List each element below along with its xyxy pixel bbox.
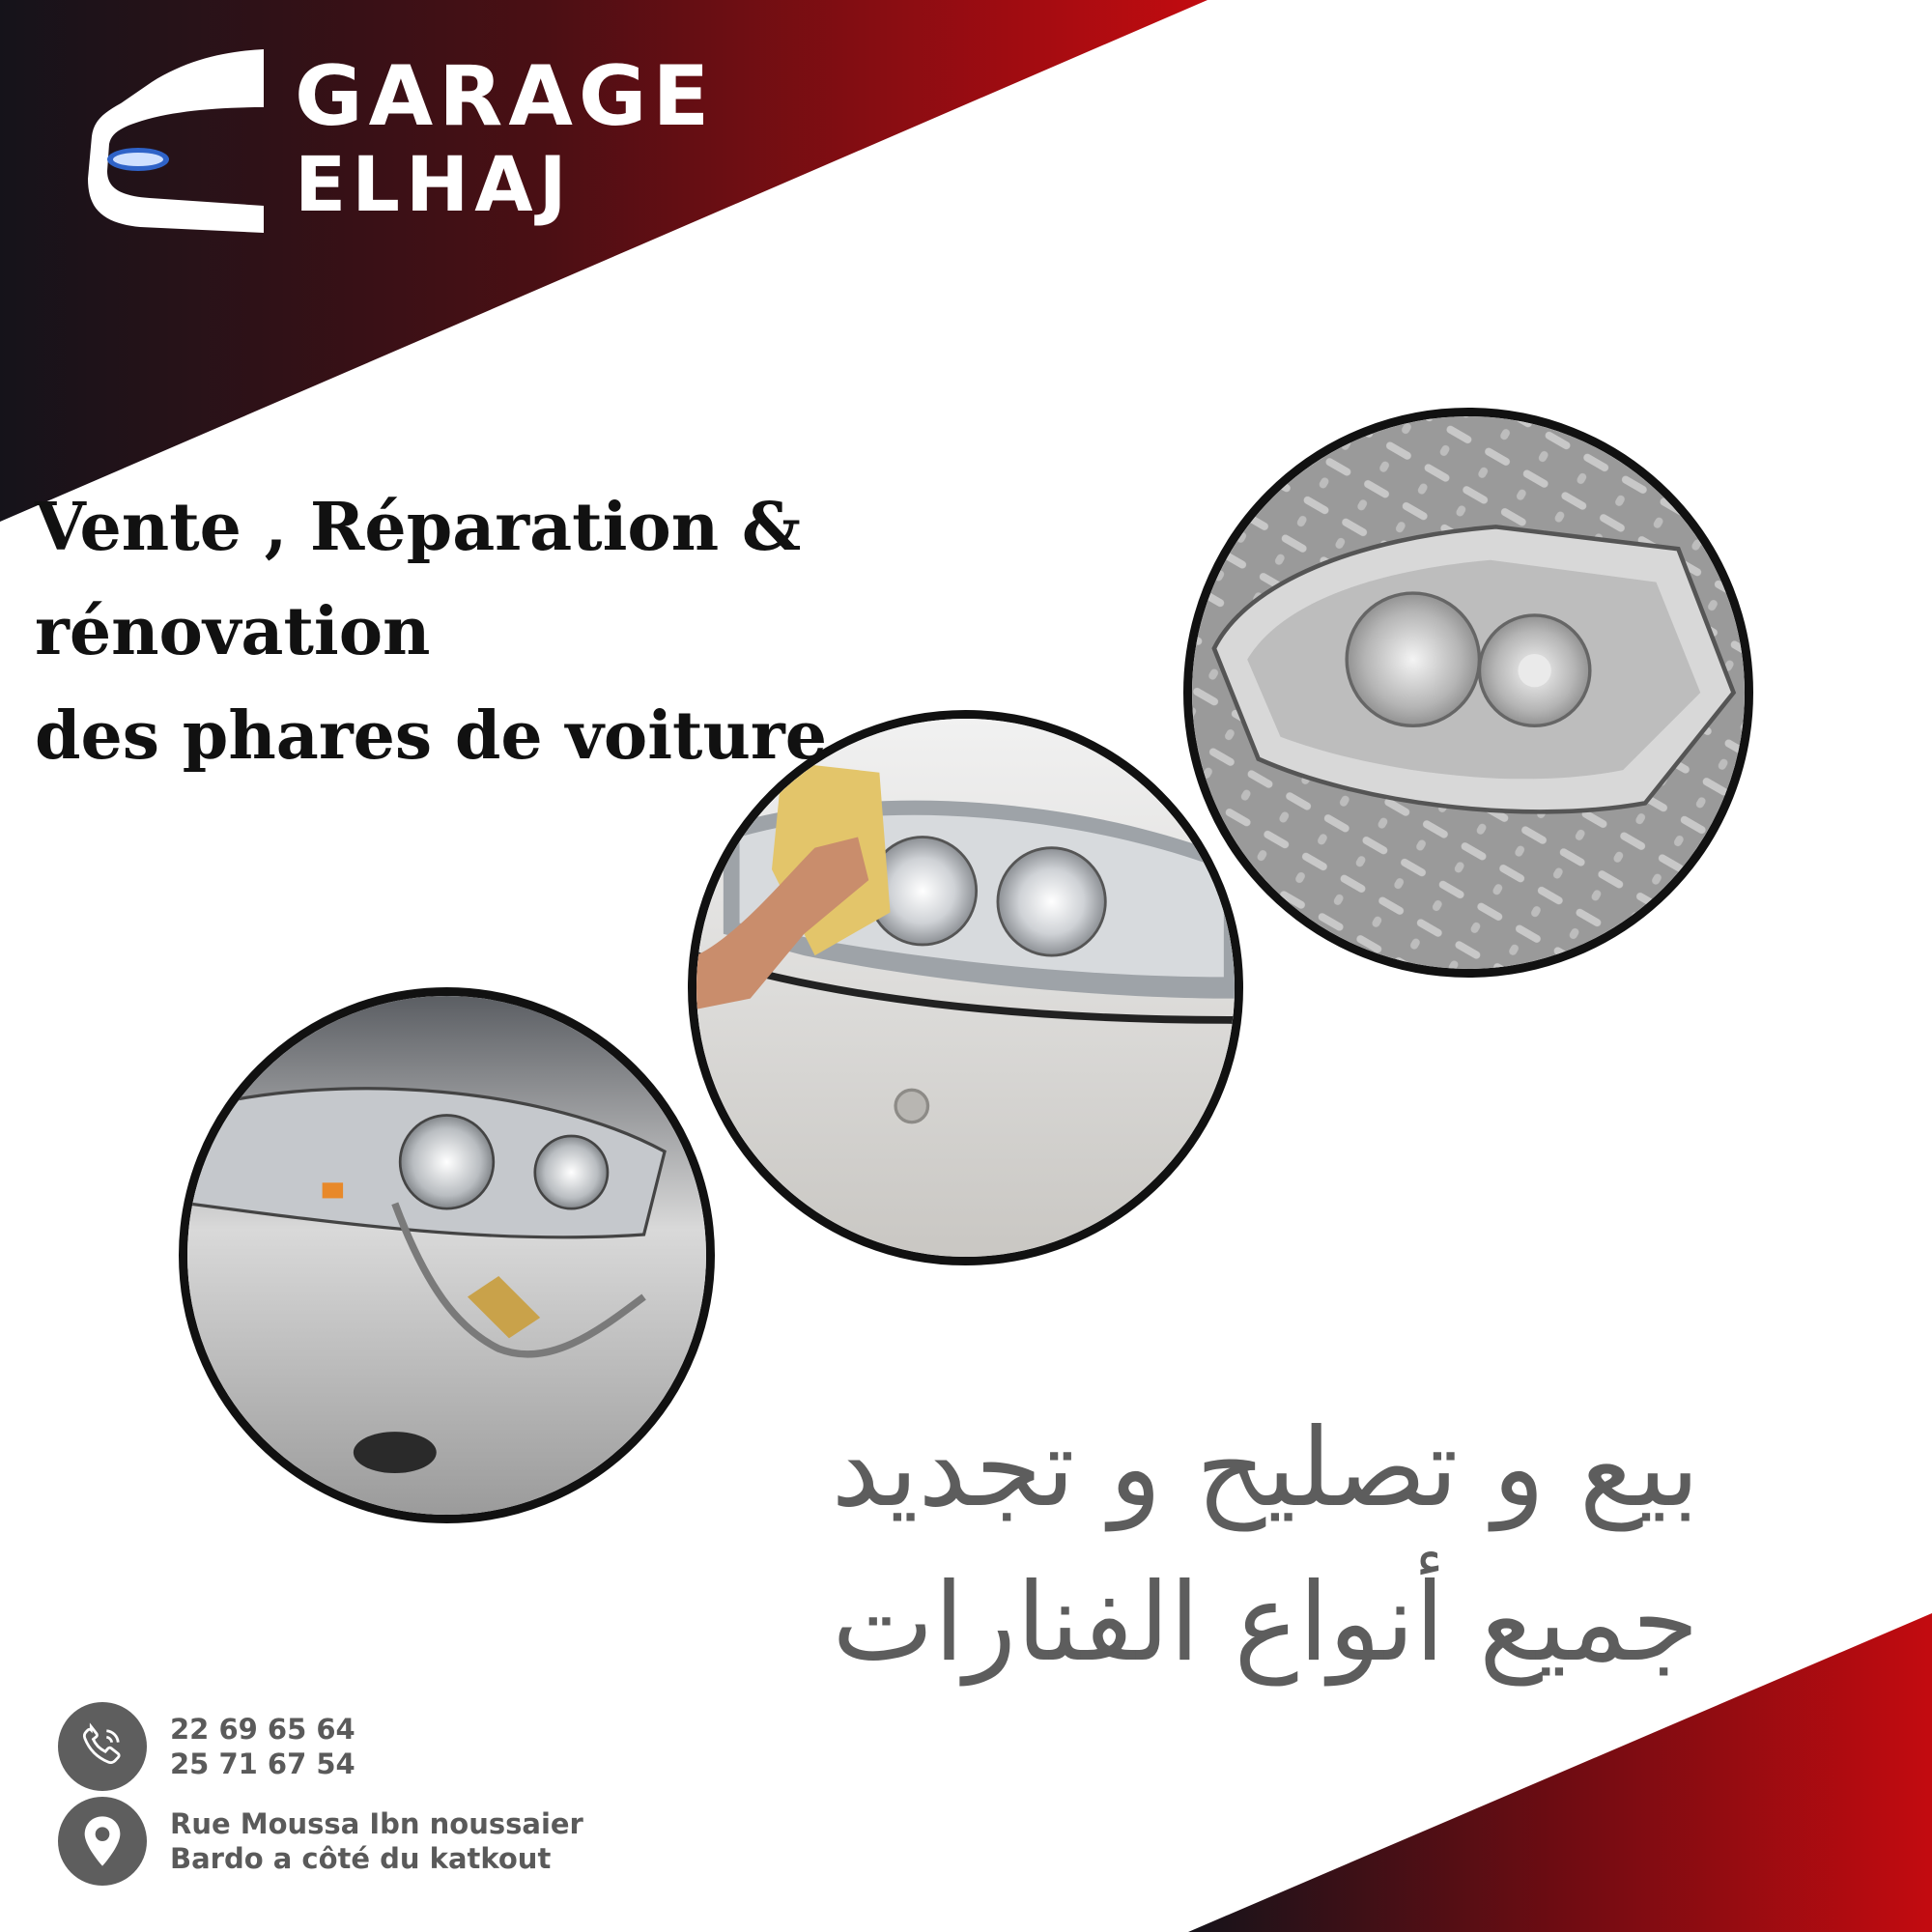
phone-number-1[interactable]: 22 69 65 64 xyxy=(170,1712,355,1747)
arabic-line2: جميع أنواع الفنارات xyxy=(832,1560,1699,1686)
brand-logo: GARAGE ELHAJ xyxy=(82,43,816,246)
phone-number-2[interactable]: 25 71 67 54 xyxy=(170,1747,355,1781)
car-front-icon xyxy=(88,49,264,233)
address-contact: Rue Moussa Ibn noussaier Bardo a côté du… xyxy=(58,1797,583,1886)
address-line1: Rue Moussa Ibn noussaier xyxy=(170,1807,583,1840)
arabic-line1: بيع و تصليح و تجديد xyxy=(831,1406,1700,1531)
damaged-headlight-photo xyxy=(179,987,715,1523)
phone-icon xyxy=(58,1702,147,1791)
arabic-tagline: بيع و تصليح و تجديد جميع أنواع الفنارات xyxy=(662,1391,1869,1700)
headline-line1: Vente , Réparation & rénovation xyxy=(35,489,802,670)
phone-contact: 22 69 65 64 25 71 67 54 xyxy=(58,1702,355,1791)
brand-name-line1: GARAGE xyxy=(295,48,716,145)
headlight-unit-photo xyxy=(1183,408,1753,978)
brand-name-line2: ELHAJ xyxy=(295,142,573,229)
headlight-polishing-photo xyxy=(688,710,1243,1265)
address-line2: Bardo a côté du katkout xyxy=(170,1842,552,1875)
location-pin-icon xyxy=(58,1797,147,1886)
